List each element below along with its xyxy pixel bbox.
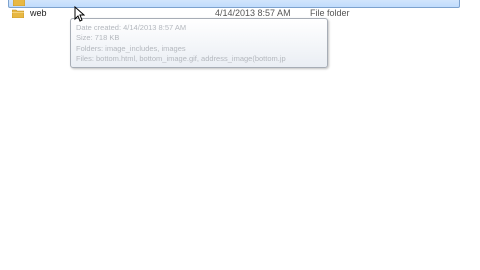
folder-icon <box>12 9 24 18</box>
mouse-pointer-icon <box>74 6 85 22</box>
tooltip-size: Size: 718 KB <box>76 33 120 43</box>
file-date-modified: 4/14/2013 8:57 AM <box>215 8 291 18</box>
file-name: web <box>30 8 47 18</box>
folder-info-tooltip: Date created: 4/14/2013 8:57 AM Size: 71… <box>70 18 328 68</box>
tooltip-date-created: Date created: 4/14/2013 8:57 AM <box>76 23 187 32</box>
folder-icon <box>13 0 25 6</box>
tooltip-folders: Folders: image_includes, images <box>76 43 186 53</box>
tooltip-files: Files: bottom.html, bottom_image.gif, ad… <box>76 53 286 63</box>
file-type: File folder <box>310 8 350 18</box>
